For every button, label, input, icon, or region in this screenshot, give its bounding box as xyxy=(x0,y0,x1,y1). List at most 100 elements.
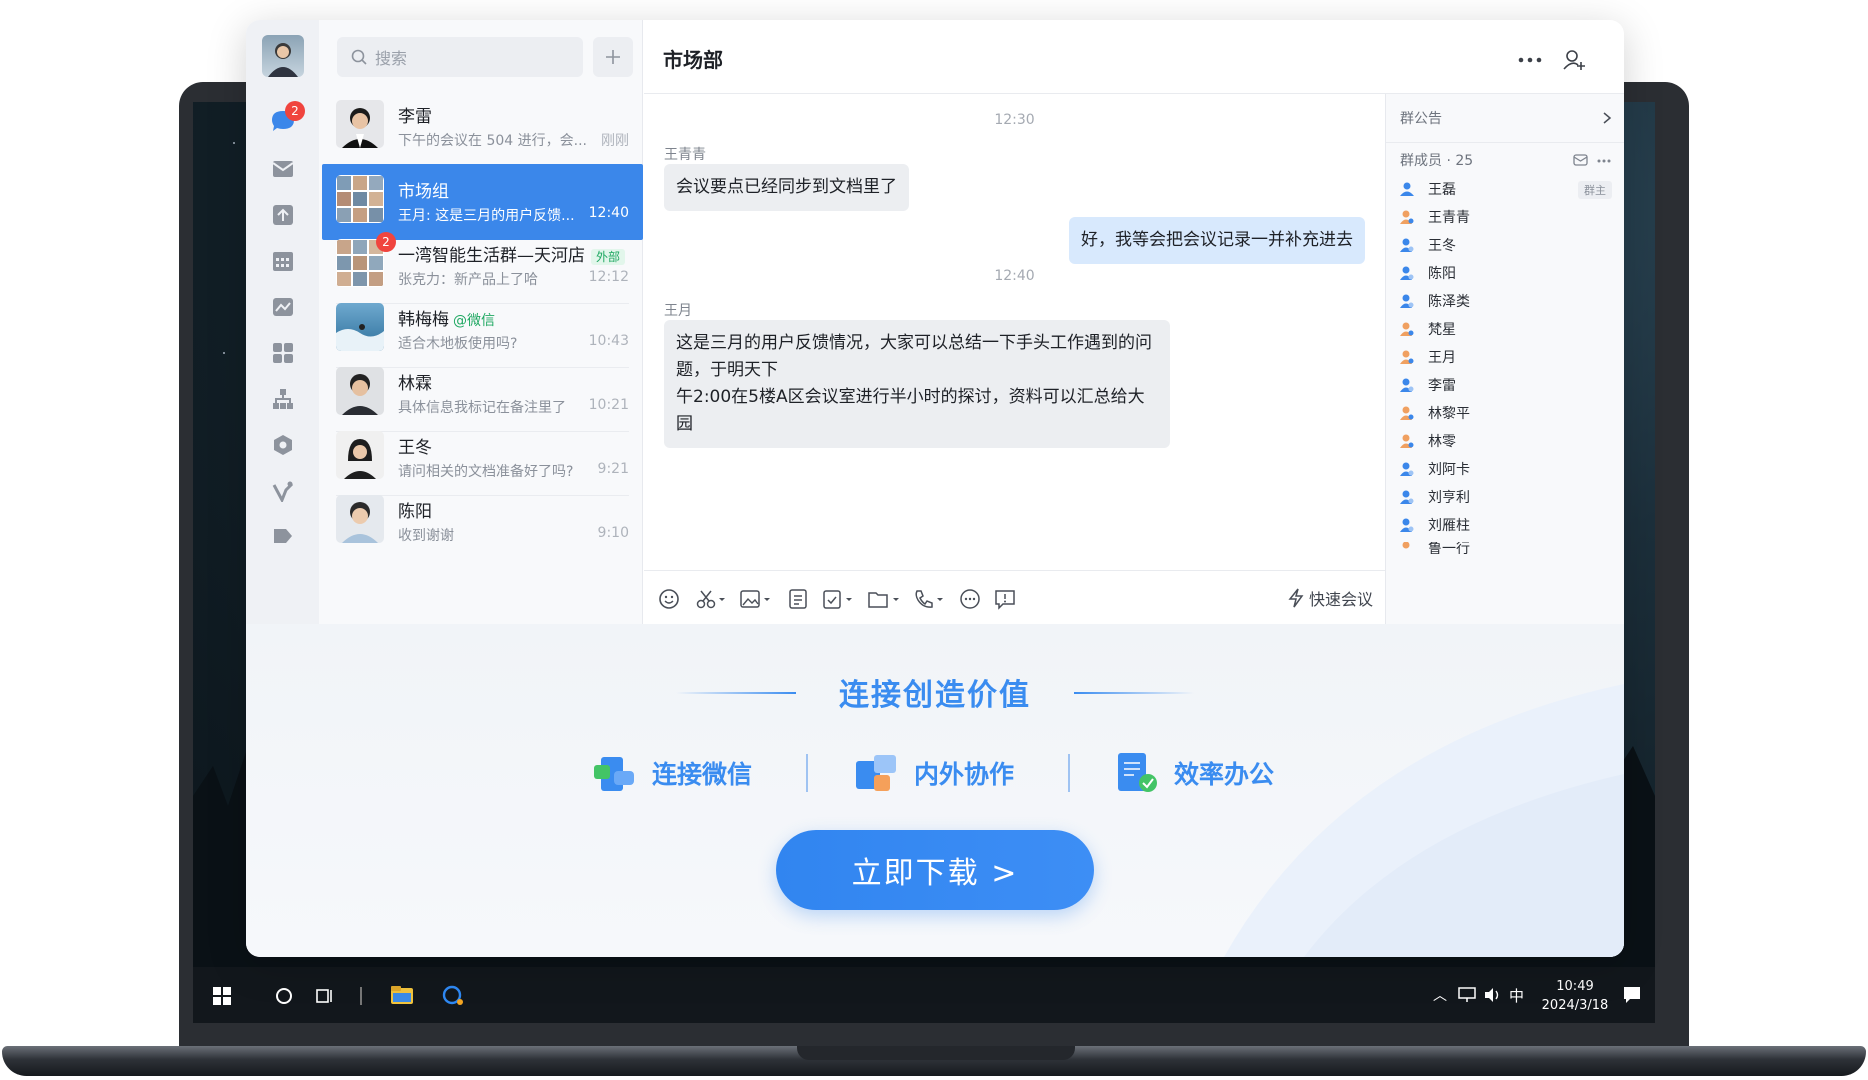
conversation-preview: 请问相关的文档准备好了吗? xyxy=(398,464,574,480)
member-item[interactable]: 刘雁柱 xyxy=(1400,514,1470,536)
feature-divider xyxy=(1068,754,1070,792)
image-icon[interactable] xyxy=(740,585,772,613)
message-timestamp: 12:30 xyxy=(994,112,1035,128)
wechat-tag: @微信 xyxy=(453,313,495,329)
member-item[interactable]: 王月 xyxy=(1400,346,1456,368)
clock-time: 10:49 xyxy=(1556,979,1594,994)
tag-icon[interactable] xyxy=(267,520,299,552)
org-chart-icon[interactable] xyxy=(267,383,299,415)
tray-chevron-icon[interactable]: ︿ xyxy=(1433,985,1447,1005)
feature-collaboration: 内外协作 xyxy=(854,750,1014,796)
conversation-preview: 张克力：新产品上了哈 xyxy=(398,272,538,288)
search-circle-icon[interactable] xyxy=(274,986,294,1006)
conversation-time: 10:21 xyxy=(588,397,629,413)
docs-icon[interactable] xyxy=(267,199,299,231)
member-item[interactable]: 刘亨利 xyxy=(1400,486,1470,508)
member-item[interactable]: 王冬 xyxy=(1400,234,1456,256)
message-all-icon[interactable] xyxy=(1573,153,1589,167)
feature-label: 内外协作 xyxy=(914,760,1015,789)
user-icon xyxy=(1400,434,1414,448)
conversation-preview: 具体信息我标记在备注里了 xyxy=(398,400,566,416)
drive-icon[interactable] xyxy=(267,429,299,461)
promo-title: 连接创造价值 xyxy=(839,678,1031,713)
add-member-icon[interactable] xyxy=(1562,48,1586,72)
ime-indicator[interactable]: 中 xyxy=(1509,985,1524,1006)
my-avatar[interactable] xyxy=(262,35,304,77)
calendar-icon[interactable] xyxy=(267,245,299,277)
user-icon xyxy=(1400,378,1414,392)
feature-connect-wechat: 连接微信 xyxy=(592,750,752,796)
member-more-icon[interactable] xyxy=(1596,158,1612,164)
desktop-stage: ︿ 中 10:49 2024/3/18 2 搜索 李雷 下午的会议在 504 进… xyxy=(0,0,1868,1080)
contact-avatar xyxy=(336,431,384,479)
workbench-icon[interactable] xyxy=(267,291,299,323)
doc-icon[interactable] xyxy=(787,585,809,613)
feedback-icon[interactable] xyxy=(994,585,1016,613)
member-item[interactable]: 林黎平 xyxy=(1400,402,1470,424)
member-item[interactable]: 陈泽类 xyxy=(1400,290,1470,312)
more-actions-icon[interactable] xyxy=(959,585,981,613)
member-item[interactable]: 刘阿卡 xyxy=(1400,458,1470,480)
network-icon[interactable] xyxy=(1458,987,1476,1003)
feature-efficiency: 效率办公 xyxy=(1114,750,1274,796)
add-button[interactable] xyxy=(593,37,633,77)
member-item[interactable]: 陈阳 xyxy=(1400,262,1456,284)
laptop-notch xyxy=(797,1046,1075,1060)
wecom-taskbar-icon[interactable] xyxy=(441,984,465,1006)
collaboration-icon xyxy=(856,755,896,791)
message-bubble[interactable]: 这是三月的用户反馈情况，大家可以总结一下手头工作遇到的问题，于明天下 午2:00… xyxy=(664,320,1170,448)
user-icon xyxy=(1400,350,1414,364)
user-icon xyxy=(1400,406,1414,420)
apps-icon[interactable] xyxy=(267,337,299,369)
user-icon xyxy=(1402,542,1410,549)
conversation-preview: 适合木地板使用吗? xyxy=(398,336,518,352)
unread-badge: 2 xyxy=(376,232,396,252)
group-notice-link[interactable]: 群公告 xyxy=(1400,108,1442,128)
message-bubble[interactable]: 会议要点已经同步到文档里了 xyxy=(664,164,909,211)
unread-badge: 2 xyxy=(285,101,305,121)
download-button[interactable]: 立即下载 > xyxy=(776,830,1094,910)
folder-icon[interactable] xyxy=(867,585,901,613)
notification-icon[interactable] xyxy=(1623,986,1641,1004)
member-count: 群成员 · 25 xyxy=(1400,153,1474,169)
chat-title: 市场部 xyxy=(663,48,723,72)
message-timestamp: 12:40 xyxy=(994,268,1035,284)
conversation-name: 市场组 xyxy=(398,182,449,202)
member-item[interactable]: 李雷 xyxy=(1400,374,1456,396)
file-explorer-icon[interactable] xyxy=(390,984,414,1006)
search-input[interactable]: 搜索 xyxy=(337,37,583,77)
emoji-icon[interactable] xyxy=(658,585,680,613)
owner-tag: 群主 xyxy=(1578,181,1612,199)
conversation-time: 9:21 xyxy=(597,461,629,477)
wechat-link-icon xyxy=(594,757,634,791)
member-item[interactable]: 王青青 xyxy=(1400,206,1470,228)
conversation-item[interactable]: 李雷 下午的会议在 504 进行，会... 刚刚 xyxy=(322,89,643,165)
more-icon[interactable] xyxy=(1517,56,1543,64)
chat-icon[interactable]: 2 xyxy=(267,101,305,137)
feature-divider xyxy=(806,754,808,792)
taskbar-clock[interactable]: 10:49 2024/3/18 xyxy=(1536,977,1614,1015)
conversation-name: 李雷 xyxy=(398,107,432,127)
member-item[interactable]: 林零 xyxy=(1400,430,1456,452)
member-item[interactable]: 王磊 xyxy=(1400,178,1456,200)
task-view-icon[interactable] xyxy=(315,986,335,1006)
mail-icon[interactable] xyxy=(267,153,299,185)
member-item[interactable]: 鲁一行 xyxy=(1400,542,1470,554)
miniapp-icon[interactable] xyxy=(267,475,299,507)
user-icon xyxy=(1400,294,1414,308)
member-item[interactable]: 梵星 xyxy=(1400,318,1456,340)
conversation-name: 王冬 xyxy=(398,438,432,458)
screenshot-icon[interactable] xyxy=(696,585,726,613)
windows-start-icon[interactable] xyxy=(213,987,231,1005)
quick-meeting-button[interactable]: 快速会议 xyxy=(1287,586,1373,610)
conversation-preview: 下午的会议在 504 进行，会... xyxy=(398,133,587,149)
conversation-name: 林霖 xyxy=(398,374,432,394)
user-icon xyxy=(1400,238,1414,252)
conversation-time: 9:10 xyxy=(597,525,629,541)
call-icon[interactable] xyxy=(913,585,945,613)
conversation-item[interactable]: 陈阳 收到谢谢 9:10 xyxy=(322,484,643,560)
message-bubble-outgoing[interactable]: 好，我等会把会议记录一并补充进去 xyxy=(1069,217,1365,264)
chevron-right-icon[interactable] xyxy=(1602,111,1612,125)
todo-icon[interactable] xyxy=(822,585,854,613)
volume-icon[interactable] xyxy=(1483,987,1501,1003)
